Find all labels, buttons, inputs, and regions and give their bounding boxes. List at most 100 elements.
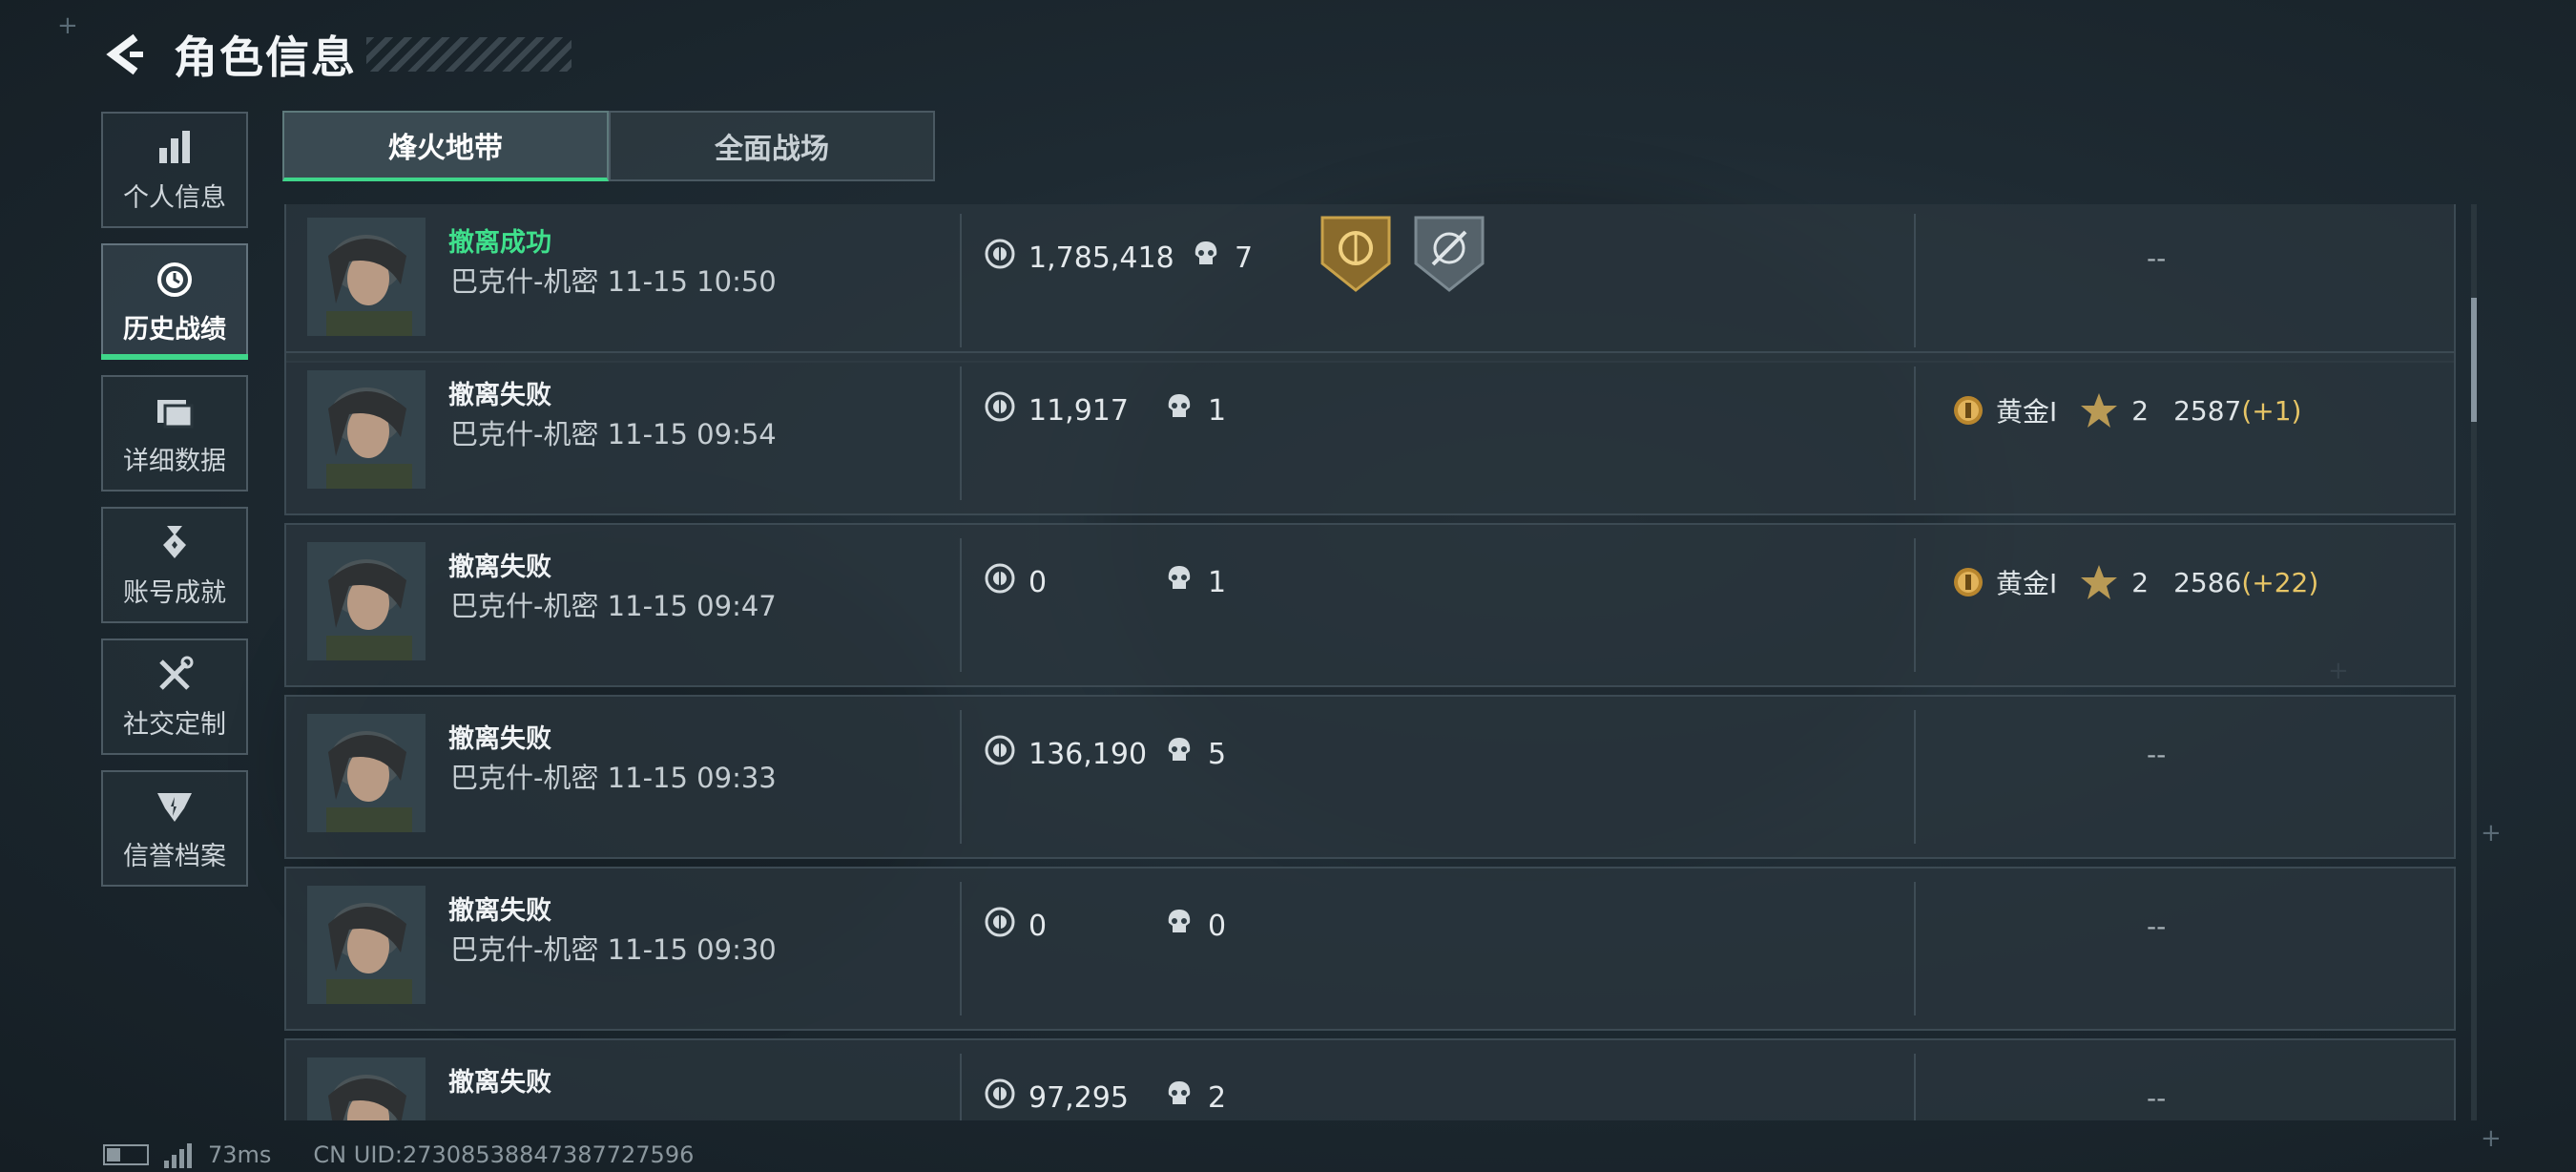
- coin-icon: [985, 563, 1028, 601]
- operator-avatar: [307, 542, 426, 660]
- match-row[interactable]: 撤离失败巴克什-机密 11-15 09:54 11,917 1 黄金Ⅰ 2 2587 (+1…: [284, 351, 2456, 515]
- loot-value: 0: [985, 563, 1047, 601]
- cards-icon: [157, 399, 194, 428]
- map-and-time: 巴克什-机密 11-15 09:33: [450, 762, 777, 794]
- skull-icon: [1191, 239, 1235, 277]
- sidebar-item-details[interactable]: 详细数据: [101, 375, 248, 492]
- column-divider: [960, 882, 962, 1015]
- loot-value: 0: [985, 907, 1047, 945]
- match-history-list[interactable]: 撤离成功 巴克什-机密 11-15 10:50 1,785,418 7 -- 撤离失败 巴克…: [284, 204, 2456, 1120]
- page-header: 角色信息: [95, 21, 571, 88]
- sidebar-item-credit[interactable]: 信誉档案: [101, 770, 248, 887]
- map-and-time: 巴克什-机密 11-15 09:47: [450, 590, 777, 622]
- extraction-status: 撤离失败: [448, 724, 551, 754]
- rank-info: 黄金Ⅰ 2 2587 (+1): [1952, 391, 2301, 429]
- skull-icon: [1164, 563, 1208, 601]
- loot-value-text: 11,917: [1028, 393, 1129, 428]
- tab-battlefield[interactable]: 全面战场: [609, 111, 935, 181]
- sidebar-item-profile[interactable]: 个人信息: [101, 112, 248, 228]
- column-divider: [1914, 1054, 1916, 1120]
- rank-info: 黄金Ⅰ 2 2586 (+22): [1952, 563, 2318, 601]
- sidebar-item-label: 历史战绩: [123, 314, 226, 345]
- column-divider: [1914, 214, 1916, 347]
- extraction-status: 撤离失败: [448, 381, 551, 410]
- match-row[interactable]: 撤离失败 97,295 2 --: [284, 1038, 2456, 1120]
- ping-value: 73ms: [208, 1141, 272, 1168]
- rank-placeholder: --: [2147, 1082, 2167, 1114]
- scroll-thumb[interactable]: [2471, 298, 2477, 422]
- rank-placeholder: --: [2147, 739, 2167, 770]
- match-row[interactable]: 撤离成功 巴克什-机密 11-15 10:50 1,785,418 7 --: [284, 204, 2456, 363]
- column-divider: [960, 538, 962, 672]
- coin-icon: [985, 907, 1028, 945]
- sidebar: 个人信息 历史战绩 详细数据 账号成就 社交定制 信誉档案: [101, 112, 250, 902]
- operator-avatar: [307, 1057, 426, 1120]
- medal-icon: [163, 525, 186, 558]
- kill-count: 7: [1191, 239, 1253, 277]
- rank-stars: 2: [2131, 566, 2150, 598]
- rank-stars: 2: [2131, 394, 2150, 427]
- sidebar-item-history[interactable]: 历史战绩: [101, 243, 248, 360]
- operator-avatar: [307, 370, 426, 489]
- coin-icon: [985, 735, 1028, 773]
- kill-count-text: 1: [1208, 565, 1227, 599]
- column-divider: [960, 710, 962, 844]
- skull-icon: [1164, 735, 1208, 773]
- extraction-status: 撤离失败: [448, 1068, 551, 1098]
- loot-value-text: 0: [1028, 565, 1048, 599]
- star-icon: [2081, 565, 2118, 599]
- sidebar-item-label: 信誉档案: [123, 841, 226, 871]
- extraction-status: 撤离失败: [448, 553, 551, 582]
- clock-history-icon: [157, 262, 192, 297]
- scrollbar[interactable]: [2471, 204, 2477, 1120]
- status-bar: 73ms CN UID:2730853884738772759​6: [103, 1141, 694, 1168]
- rank-delta: (+1): [2241, 394, 2302, 427]
- rank-tier: 黄金Ⅰ: [1996, 568, 2058, 599]
- kill-count: 1: [1164, 391, 1226, 429]
- match-row[interactable]: 撤离失败巴克什-机密 11-15 09:33 136,190 5 --: [284, 695, 2456, 859]
- rank-placeholder: --: [2147, 242, 2167, 274]
- map-and-time: 巴克什-机密 11-15 09:54: [450, 418, 777, 450]
- sidebar-item-label: 社交定制: [123, 709, 226, 740]
- kill-count: 2: [1164, 1078, 1226, 1117]
- column-divider: [1914, 882, 1916, 1015]
- kill-count-text: 1: [1208, 393, 1227, 428]
- tools-icon: [159, 656, 194, 690]
- column-divider: [1914, 366, 1916, 500]
- signal-icon: [164, 1141, 195, 1168]
- bar-chart-icon: [159, 130, 190, 163]
- kill-count: 5: [1164, 735, 1226, 773]
- loot-value-text: 0: [1028, 909, 1048, 943]
- loot-value: 97,295: [985, 1078, 1129, 1117]
- corner-mark: +: [57, 11, 78, 40]
- match-row[interactable]: 撤离失败 巴克什-机密 11-15 09:47 0 1 黄金Ⅰ 2 2586 (+22): [284, 523, 2456, 687]
- operator-avatar: [307, 886, 426, 1004]
- operator-avatar: [307, 714, 426, 832]
- loot-value-text: 136,190: [1028, 737, 1148, 771]
- kill-count-text: 0: [1208, 909, 1227, 943]
- kill-count: 1: [1164, 563, 1226, 601]
- coin-icon: [985, 391, 1028, 429]
- tab-warzone[interactable]: 烽火地带: [282, 111, 609, 181]
- sidebar-item-label: 账号成就: [123, 577, 226, 608]
- corner-mark: +: [2481, 819, 2502, 848]
- kill-count: 0: [1164, 907, 1226, 945]
- sidebar-item-achievements[interactable]: 账号成就: [101, 507, 248, 623]
- back-button[interactable]: [95, 26, 153, 83]
- back-arrow-icon: [106, 33, 143, 75]
- coin-icon: [985, 239, 1028, 277]
- skull-icon: [1164, 1078, 1208, 1117]
- crosshair-badge-icon[interactable]: [1412, 214, 1486, 294]
- match-row[interactable]: 撤离失败 巴克什-机密 11-15 09:30 0 0 --: [284, 867, 2456, 1031]
- column-divider: [960, 1054, 962, 1120]
- gold-rank-icon: [1954, 396, 1983, 425]
- sidebar-item-social[interactable]: 社交定制: [101, 638, 248, 755]
- loot-value-text: 1,785,418: [1028, 241, 1174, 275]
- loot-value: 11,917: [985, 391, 1129, 429]
- column-divider: [1914, 538, 1916, 672]
- title-decoration: [366, 37, 571, 72]
- gold-emblem-badge-icon[interactable]: [1319, 214, 1393, 294]
- column-divider: [960, 214, 962, 347]
- column-divider: [960, 366, 962, 500]
- corner-mark: +: [2481, 1124, 2502, 1153]
